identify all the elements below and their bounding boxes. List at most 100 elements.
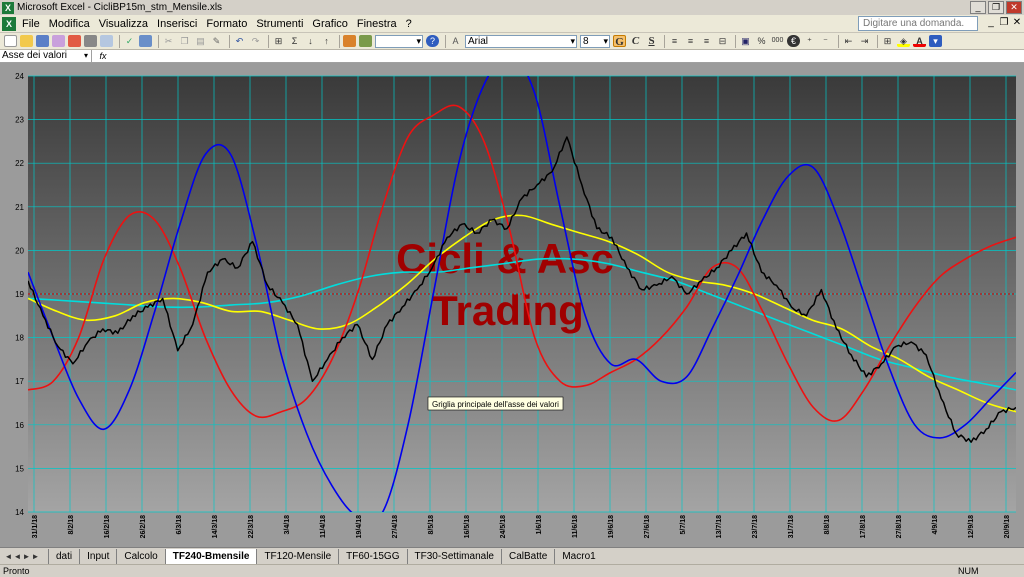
spelling-icon[interactable]: ✓ bbox=[123, 35, 136, 47]
hyperlink-icon[interactable]: ⊞ bbox=[272, 35, 285, 47]
prev-sheet-button[interactable]: ◄ bbox=[13, 552, 22, 561]
help-search-input[interactable]: Digitare una domanda. bbox=[858, 16, 978, 31]
align-left-icon[interactable]: ≡ bbox=[668, 35, 681, 47]
currency-icon[interactable]: ▣ bbox=[739, 35, 752, 47]
sheet-tab-tf60-15gg[interactable]: TF60-15GG bbox=[338, 548, 407, 564]
email-icon[interactable] bbox=[68, 35, 81, 47]
toolbar-separator bbox=[339, 34, 340, 48]
toolbar-separator bbox=[664, 34, 665, 48]
x-tick-label: 13/7/18 bbox=[716, 515, 723, 538]
chart-wizard-icon[interactable] bbox=[343, 35, 356, 47]
help-icon[interactable]: ? bbox=[426, 35, 439, 47]
font-color-a-icon[interactable]: A bbox=[449, 35, 462, 47]
align-right-icon[interactable]: ≡ bbox=[700, 35, 713, 47]
x-tick-label: 1/6/18 bbox=[536, 515, 543, 535]
font-size-select[interactable]: 8 bbox=[580, 34, 610, 48]
open-folder-icon[interactable] bbox=[20, 35, 33, 47]
sheet-tabs: dati Input Calcolo TF240-Bmensile TF120-Mens… bbox=[48, 548, 603, 564]
doc-restore-button[interactable]: ❐ bbox=[999, 17, 1009, 28]
x-tick-label: 4/9/18 bbox=[932, 515, 939, 535]
sheet-tab-input[interactable]: Input bbox=[79, 548, 117, 564]
undo-icon[interactable]: ↶ bbox=[233, 35, 246, 47]
new-document-icon[interactable] bbox=[4, 35, 17, 47]
y-tick-label: 16 bbox=[15, 421, 24, 430]
fill-color-icon[interactable]: ◈ bbox=[897, 35, 910, 47]
sort-descending-icon[interactable]: ↑ bbox=[320, 35, 333, 47]
chart-svg[interactable]: 24 23 22 21 20 19 18 17 16 15 14 31/1/18 8/2/18 16/2… bbox=[0, 63, 1024, 547]
doc-minimize-button[interactable]: _ bbox=[986, 17, 996, 28]
restore-button[interactable]: ❐ bbox=[988, 1, 1004, 14]
decrease-decimal-icon[interactable]: ⁻ bbox=[819, 35, 832, 47]
menu-formato[interactable]: Formato bbox=[206, 18, 247, 30]
euro-button[interactable]: € bbox=[787, 35, 800, 47]
bold-button[interactable]: G bbox=[613, 35, 626, 48]
merge-center-icon[interactable]: ⊟ bbox=[716, 35, 729, 47]
thousands-button[interactable]: 000 bbox=[771, 35, 784, 47]
print-preview-icon[interactable] bbox=[100, 35, 113, 47]
borders-icon[interactable]: ⊞ bbox=[881, 35, 894, 47]
drawing-icon[interactable] bbox=[359, 35, 372, 47]
zoom-select[interactable] bbox=[375, 34, 423, 48]
paste-icon[interactable]: ▤ bbox=[194, 35, 207, 47]
numlock-indicator: NUM bbox=[958, 566, 979, 576]
decrease-indent-icon[interactable]: ⇤ bbox=[842, 35, 855, 47]
menu-strumenti[interactable]: Strumenti bbox=[256, 18, 303, 30]
y-axis[interactable]: 24 23 22 21 20 19 18 17 16 15 14 bbox=[15, 72, 24, 517]
format-painter-icon[interactable]: ✎ bbox=[210, 35, 223, 47]
italic-button[interactable]: C bbox=[629, 35, 642, 47]
menu-modifica[interactable]: Modifica bbox=[49, 18, 90, 30]
sheet-tab-calcolo[interactable]: Calcolo bbox=[116, 548, 165, 564]
x-axis[interactable]: 31/1/18 8/2/18 16/2/18 26/2/18 6/3/18 14/3/18… bbox=[32, 515, 1011, 538]
sheet-tab-dati[interactable]: dati bbox=[48, 548, 80, 564]
workbook-icon[interactable]: X bbox=[2, 16, 16, 31]
first-sheet-button[interactable]: ◄ bbox=[4, 552, 13, 561]
save-icon[interactable] bbox=[36, 35, 49, 47]
window-titlebar: X Microsoft Excel - CicliBP15m_stm_Mensi… bbox=[0, 0, 1024, 15]
align-center-icon[interactable]: ≡ bbox=[684, 35, 697, 47]
autosum-icon[interactable]: Σ bbox=[288, 35, 301, 47]
percent-button[interactable]: % bbox=[755, 35, 768, 47]
sort-ascending-icon[interactable]: ↓ bbox=[304, 35, 317, 47]
menu-finestra[interactable]: Finestra bbox=[357, 18, 397, 30]
y-tick-label: 18 bbox=[15, 334, 24, 343]
font-name-select[interactable]: Arial bbox=[465, 34, 577, 48]
name-box[interactable]: Asse dei valori bbox=[0, 50, 92, 62]
menu-grafico[interactable]: Grafico bbox=[312, 18, 347, 30]
minimize-button[interactable]: _ bbox=[970, 1, 986, 14]
x-tick-label: 19/6/18 bbox=[608, 515, 615, 538]
last-sheet-button[interactable]: ► bbox=[31, 552, 40, 561]
research-icon[interactable] bbox=[139, 35, 152, 47]
print-icon[interactable] bbox=[84, 35, 97, 47]
y-tick-label: 17 bbox=[15, 377, 24, 386]
sheet-tab-tf30-settimanale[interactable]: TF30-Settimanale bbox=[406, 548, 501, 564]
x-tick-label: 3/4/18 bbox=[284, 515, 291, 535]
menu-inserisci[interactable]: Inserisci bbox=[157, 18, 197, 30]
increase-decimal-icon[interactable]: ⁺ bbox=[803, 35, 816, 47]
next-sheet-button[interactable]: ► bbox=[22, 552, 31, 561]
x-tick-label: 12/9/18 bbox=[968, 515, 975, 538]
x-tick-label: 31/7/18 bbox=[788, 515, 795, 538]
toolbar-options-icon[interactable]: ▾ bbox=[929, 35, 942, 47]
x-tick-label: 17/8/18 bbox=[860, 515, 867, 538]
sheet-tab-tf240-bmensile[interactable]: TF240-Bmensile bbox=[164, 548, 257, 564]
menu-help[interactable]: ? bbox=[406, 18, 412, 30]
sheet-tab-calbatte[interactable]: CalBatte bbox=[500, 548, 555, 564]
insert-function-icon[interactable]: fx bbox=[92, 51, 114, 61]
x-tick-label: 5/7/18 bbox=[680, 515, 687, 535]
redo-icon[interactable]: ↷ bbox=[249, 35, 262, 47]
menu-file[interactable]: File bbox=[22, 18, 40, 30]
cut-icon[interactable]: ✂ bbox=[162, 35, 175, 47]
copy-icon[interactable]: ❐ bbox=[178, 35, 191, 47]
font-color-icon[interactable]: A bbox=[913, 35, 926, 47]
underline-button[interactable]: S bbox=[645, 35, 658, 47]
y-tick-label: 20 bbox=[15, 246, 24, 255]
close-button[interactable]: ✕ bbox=[1006, 1, 1022, 14]
doc-close-button[interactable]: ✕ bbox=[1012, 17, 1022, 28]
chart-area[interactable]: 24 23 22 21 20 19 18 17 16 15 14 31/1/18 8/2/18 16/2… bbox=[0, 63, 1024, 547]
permission-icon[interactable] bbox=[52, 35, 65, 47]
menu-visualizza[interactable]: Visualizza bbox=[99, 18, 148, 30]
sheet-tab-tf120-mensile[interactable]: TF120-Mensile bbox=[256, 548, 339, 564]
sheet-tab-macro1[interactable]: Macro1 bbox=[554, 548, 603, 564]
toolbar-separator bbox=[119, 34, 120, 48]
increase-indent-icon[interactable]: ⇥ bbox=[858, 35, 871, 47]
